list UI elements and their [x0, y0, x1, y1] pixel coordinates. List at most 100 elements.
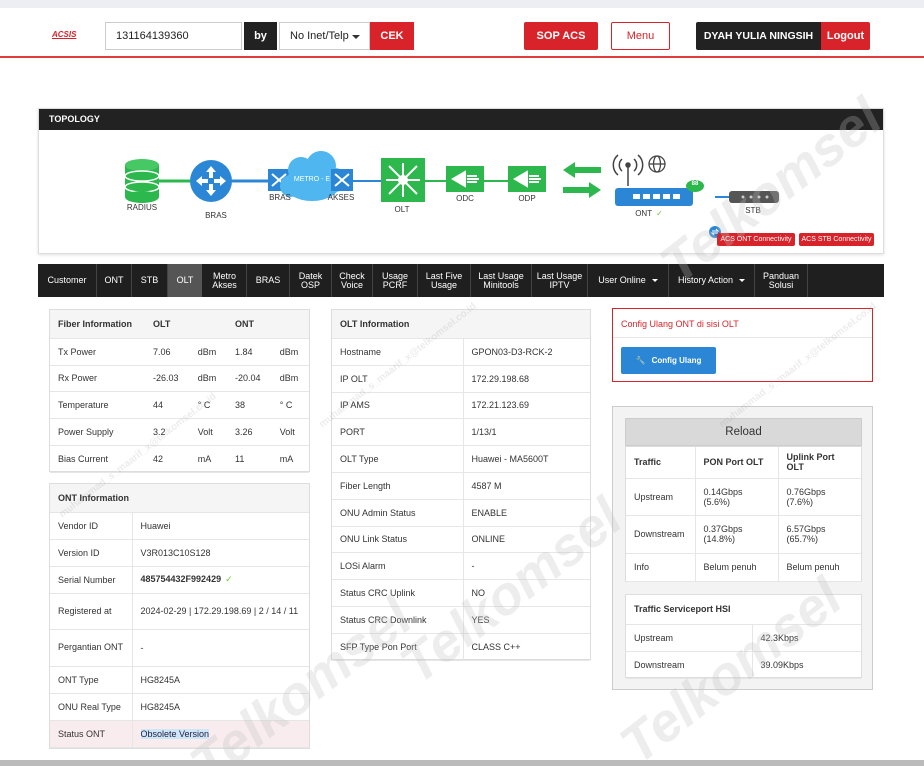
menu-button[interactable]: Menu — [611, 22, 670, 50]
cell: Power Supply — [50, 418, 145, 446]
cell: Huawei - MA5600T — [462, 445, 590, 473]
cell: 3.2 — [145, 418, 190, 446]
cell: Bias Current — [50, 445, 145, 473]
label-ont-text: ONT — [635, 209, 653, 218]
label-akses: AKSES — [327, 193, 355, 202]
tab-history-action-label: History Action — [677, 275, 734, 285]
cell: NO — [462, 579, 590, 607]
acs-ont-connectivity-button[interactable]: ACS ONT Connectivity — [717, 233, 795, 246]
percent: (7.6%) — [786, 496, 814, 507]
cell: Downstream — [626, 515, 695, 554]
tab-metro-akses[interactable]: Metro Akses — [203, 264, 246, 297]
table-row: Rx Power -26.03 dBm -20.04 dBm — [50, 365, 309, 392]
radius-icon — [124, 159, 160, 203]
topology-panel: TOPOLOGY RADIUS BRAS BRAS METRO - E AKSE… — [38, 108, 884, 254]
tab-olt[interactable]: OLT — [168, 264, 202, 297]
tab-datek-osp[interactable]: Datek OSP — [290, 264, 331, 297]
cell: V3R013C10S128 — [131, 539, 309, 567]
cell: ° C — [271, 391, 309, 419]
table-row: Pergantian ONT - — [50, 629, 309, 667]
topology-title: TOPOLOGY — [39, 109, 883, 130]
tab-panduan-solusi[interactable]: Panduan Solusi — [755, 264, 807, 297]
cell: mA — [189, 445, 227, 473]
ont-signal-value: 88 — [691, 181, 699, 187]
percent: (14.8%) — [703, 534, 736, 544]
caret-down-icon — [651, 279, 658, 282]
table-row: Downstream 0.37Gbps (14.8%) 6.57Gbps (65.7… — [626, 515, 861, 554]
value: 0.76Gbps — [786, 486, 826, 497]
table-row: ONU Link Status ONLINE — [332, 526, 590, 553]
hsi-title: Traffic Serviceport HSI — [626, 595, 861, 625]
value: 0.14Gbps — [703, 486, 743, 497]
cell: 1.84 — [226, 338, 272, 366]
cell: dBm — [189, 365, 227, 392]
cell: Huawei — [131, 512, 309, 540]
config-ulang-button[interactable]: 🔧 Config Ulang — [621, 347, 716, 374]
tab-ont[interactable]: ONT — [97, 264, 131, 297]
tab-last-five-usage[interactable]: Last Five Usage — [418, 264, 470, 297]
cell: ONU Link Status — [332, 526, 463, 553]
stb-device-icon — [729, 191, 779, 203]
fiber-header-label: Fiber Information — [50, 310, 145, 339]
cell: ONU Real Type — [50, 693, 132, 721]
caret-down-icon — [739, 279, 746, 282]
fiber-header-ont: ONT — [226, 310, 309, 339]
ont-check-icon: ✓ — [656, 209, 663, 218]
top-strip — [0, 0, 924, 8]
tab-bras[interactable]: BRAS — [247, 264, 289, 297]
sop-acs-button[interactable]: SOP ACS — [524, 22, 598, 50]
cell: Belum penuh — [694, 553, 778, 582]
table-row: Bias Current 42 mA 11 mA — [50, 445, 309, 473]
cell: IP AMS — [332, 392, 463, 419]
search-type-value: No Inet/Telp — [290, 30, 349, 42]
label-ont: ONT ✓ — [619, 209, 679, 218]
cell: IP OLT — [332, 365, 463, 393]
cell: 2024-02-29 | 172.29.198.69 | 2 / 14 / 11 — [131, 593, 309, 630]
bottom-scrollbar[interactable] — [0, 760, 924, 766]
fiber-info-table: Fiber Information OLT ONT Tx Power 7.06 dB… — [50, 310, 309, 473]
cek-button[interactable]: CEK — [370, 22, 414, 50]
tab-history-action[interactable]: History Action — [669, 264, 754, 297]
cell: Registered at — [50, 593, 132, 630]
cell: Hostname — [332, 338, 463, 366]
table-row: Status CRC Uplink NO — [332, 579, 590, 607]
cell: 44 — [145, 391, 190, 419]
traffic-panel: Reload Traffic PON Port OLT Uplink Port … — [612, 406, 873, 690]
user-name: DYAH YULIA NINGSIH — [696, 22, 821, 50]
cell: 42.3Kbps — [751, 624, 861, 652]
tab-user-online[interactable]: User Online — [588, 264, 668, 297]
logout-button[interactable]: Logout — [821, 22, 870, 50]
tab-bar: Customer ONT STB OLT Metro Akses BRAS Da… — [38, 264, 884, 297]
value: 0.37Gbps — [703, 524, 743, 534]
cell: Pergantian ONT — [50, 629, 132, 667]
app-logo[interactable]: ACSIS — [52, 30, 76, 39]
tab-customer[interactable]: Customer — [38, 264, 96, 297]
table-row: ONU Admin Status ENABLE — [332, 499, 590, 527]
cell: Upstream — [626, 478, 695, 516]
cell: Volt — [271, 418, 309, 446]
tab-last-usage-iptv[interactable]: Last Usage IPTV — [532, 264, 587, 297]
cell: dBm — [189, 338, 227, 366]
cell: 0.76Gbps (7.6%) — [777, 478, 861, 516]
tab-usage-pcrf[interactable]: Usage PCRF — [373, 264, 417, 297]
ont-info-title: ONT Information — [50, 484, 309, 513]
serial-number-cell: 485754432F992429 ✓ — [131, 566, 309, 594]
cell: Rx Power — [50, 365, 145, 392]
cell: 4587 M — [462, 472, 590, 500]
tab-check-voice[interactable]: Check Voice — [332, 264, 372, 297]
tab-last-usage-minitools[interactable]: Last Usage Minitools — [471, 264, 531, 297]
table-row: Upstream 0.14Gbps (5.6%) 0.76Gbps (7.6%) — [626, 478, 861, 516]
odp-icon — [508, 166, 546, 192]
acs-stb-connectivity-button[interactable]: ACS STB Connectivity — [799, 233, 874, 246]
reload-button[interactable]: Reload — [625, 418, 862, 446]
search-input[interactable]: 131164139360 — [105, 22, 242, 50]
cell: LOSi Alarm — [332, 552, 463, 580]
table-row: Downstream 39.09Kbps — [626, 651, 861, 679]
table-row: LOSi Alarm - — [332, 552, 590, 580]
olt-icon — [381, 158, 425, 202]
label-radius: RADIUS — [126, 203, 158, 212]
tab-stb[interactable]: STB — [132, 264, 167, 297]
search-type-select[interactable]: No Inet/Telp — [279, 22, 370, 50]
cell: Info — [626, 553, 695, 582]
traffic-table: Traffic PON Port OLT Uplink Port OLT Ups… — [626, 447, 861, 582]
